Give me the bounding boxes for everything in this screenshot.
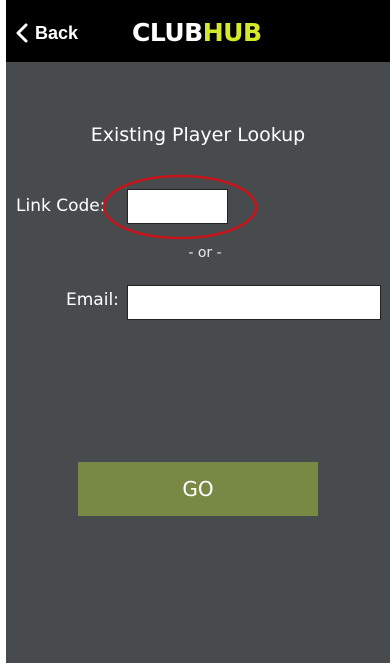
chevron-left-icon xyxy=(16,23,28,43)
email-input[interactable] xyxy=(127,285,381,320)
logo-club-text: CLUB xyxy=(132,18,203,47)
email-label: Email: xyxy=(66,290,119,310)
clubhub-logo: CLUBHUB xyxy=(132,16,262,50)
link-code-label: Link Code: xyxy=(16,196,106,216)
go-button[interactable]: GO xyxy=(78,462,318,516)
logo-hub-text: HUB xyxy=(202,18,262,47)
back-button[interactable]: Back xyxy=(14,19,78,47)
back-label: Back xyxy=(35,22,79,43)
or-separator: - or - xyxy=(188,245,222,261)
page-title: Existing Player Lookup xyxy=(90,124,306,146)
link-code-input[interactable] xyxy=(127,189,228,224)
top-navigation-bar: Back CLUBHUB xyxy=(6,0,390,62)
app-screen: Back CLUBHUB Existing Player Lookup Link… xyxy=(6,0,390,663)
